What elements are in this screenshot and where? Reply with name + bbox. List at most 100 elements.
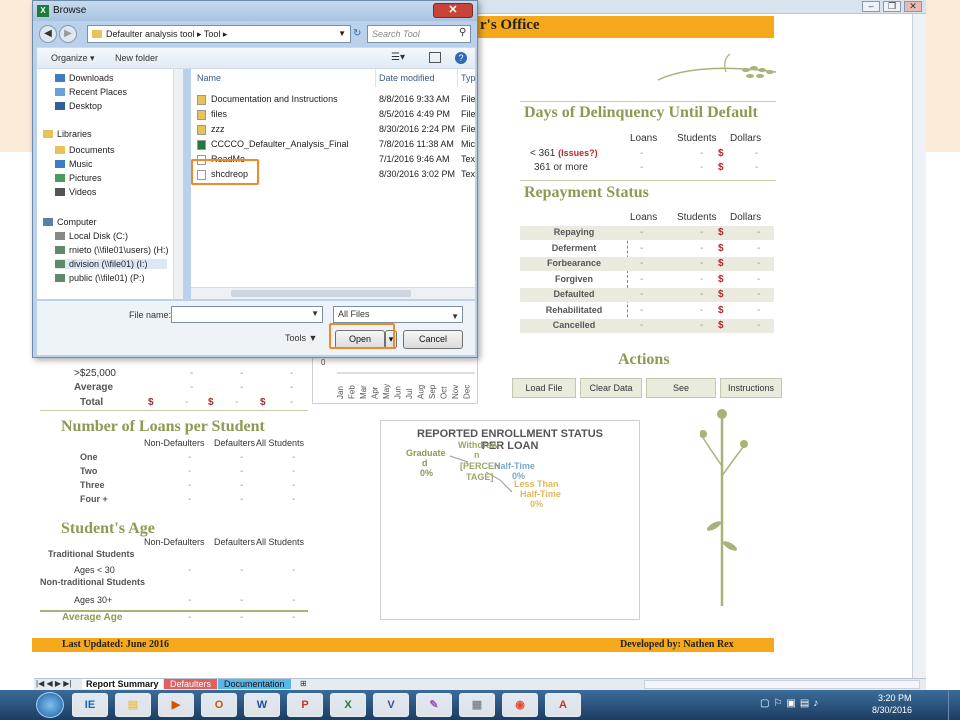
- show-desktop-button[interactable]: [948, 690, 960, 720]
- nav-item-libraries[interactable]: Libraries: [43, 129, 167, 139]
- clear-data-button[interactable]: Clear Data: [580, 378, 642, 398]
- dollar-sign: $: [718, 320, 724, 331]
- tab-defaulters[interactable]: Defaulters: [164, 679, 218, 689]
- tab-documentation[interactable]: Documentation: [218, 679, 291, 689]
- x-tick-label: Apr: [371, 386, 380, 399]
- address-bar[interactable]: Defaulter analysis tool ▸ Tool ▸ ▼: [87, 25, 351, 43]
- taskbar-app[interactable]: ✎: [416, 693, 452, 717]
- chevron-down-icon[interactable]: ▼: [311, 309, 319, 318]
- taskbar-app[interactable]: W: [244, 693, 280, 717]
- file-name-input[interactable]: ▼: [171, 306, 323, 323]
- nav-item-recent-places[interactable]: Recent Places: [55, 87, 167, 97]
- network-drive-icon: [55, 274, 65, 282]
- taskbar-app[interactable]: ▦: [459, 693, 495, 717]
- taskbar-app[interactable]: ▤: [115, 693, 151, 717]
- cell-value: -: [700, 162, 704, 173]
- nav-item-rnieto-file01-users-h-[interactable]: rnieto (\\file01\users) (H:): [55, 245, 169, 255]
- file-row-cccco-defaulter-analysis-final[interactable]: CCCCO_Defaulter_Analysis_Final 7/8/2016 1…: [191, 138, 475, 152]
- restore-icon[interactable]: ❐: [883, 1, 901, 12]
- cell-value: -: [240, 595, 244, 606]
- music-icon: [55, 160, 65, 168]
- nav-item-videos[interactable]: Videos: [55, 187, 167, 197]
- loans-row-label: One: [80, 452, 98, 462]
- cell-value: -: [188, 480, 192, 491]
- refresh-icon[interactable]: ↻: [353, 25, 365, 43]
- load-file-button[interactable]: Load File: [512, 378, 576, 398]
- nav-item-pictures[interactable]: Pictures: [55, 173, 167, 183]
- file-type-select[interactable]: All Files ▼: [333, 306, 463, 323]
- cell-value: -: [190, 368, 194, 379]
- taskbar-app[interactable]: V: [373, 693, 409, 717]
- instructions-button[interactable]: Instructions: [720, 378, 782, 398]
- chevron-down-icon[interactable]: ▼: [451, 309, 459, 324]
- tab-report-summary[interactable]: Report Summary: [82, 679, 163, 689]
- help-icon[interactable]: ?: [455, 52, 467, 64]
- cell-value: -: [185, 397, 189, 408]
- new-sheet-icon[interactable]: ⊞: [300, 679, 307, 688]
- search-icon[interactable]: ⚲: [459, 27, 466, 38]
- clock-time[interactable]: 3:20 PM: [878, 693, 912, 703]
- nav-item-desktop[interactable]: Desktop: [55, 101, 167, 111]
- chevron-down-icon[interactable]: ▼: [338, 26, 346, 42]
- col-dollars: Dollars: [730, 133, 762, 144]
- forward-icon[interactable]: ▶: [59, 25, 77, 43]
- nav-item-downloads[interactable]: Downloads: [55, 73, 167, 83]
- h-scrollbar[interactable]: [191, 287, 475, 299]
- delinquency-rule: [520, 101, 776, 102]
- windows-taskbar: ▢⚐▣▤♪ 3:20 PM 8/30/2016 IE ▤ ▶ O W P X V ✎ ▦ ◉ A: [0, 690, 960, 720]
- nav-item-local-disk-c-[interactable]: Local Disk (C:): [55, 231, 167, 241]
- col-type[interactable]: Typ: [461, 73, 476, 83]
- nav-item-documents[interactable]: Documents: [55, 145, 167, 155]
- age-row-nontraditional: Non-traditional Students: [40, 577, 145, 587]
- dollar-sign: $: [718, 273, 724, 285]
- file-row-zzz[interactable]: zzz 8/30/2016 2:24 PM File: [191, 123, 476, 137]
- cell-value: -: [640, 289, 644, 300]
- cell-value: -: [640, 273, 644, 285]
- search-input[interactable]: Search Tool: [367, 25, 471, 43]
- nav-item-music[interactable]: Music: [55, 159, 167, 169]
- back-icon[interactable]: ◀: [39, 25, 57, 43]
- tools-menu[interactable]: Tools ▼: [285, 333, 317, 343]
- taskbar-app[interactable]: X: [330, 693, 366, 717]
- tray-icons[interactable]: ▢⚐▣▤♪: [760, 698, 822, 709]
- view-icon[interactable]: ☰▾: [391, 52, 405, 63]
- cancel-button[interactable]: Cancel: [403, 330, 463, 349]
- delinquency-row-label: < 361 (Issues?): [530, 148, 598, 159]
- minimize-icon[interactable]: –: [862, 1, 880, 12]
- close-icon[interactable]: ✕: [904, 1, 922, 12]
- preview-pane-icon[interactable]: [429, 52, 441, 63]
- age-row-under-30: Ages < 30: [74, 565, 115, 575]
- enrollment-label: d: [422, 458, 428, 468]
- dialog-close-button[interactable]: ✕: [433, 3, 473, 18]
- enrollment-label: 0%: [530, 499, 544, 509]
- vertical-scrollbar[interactable]: [912, 14, 926, 678]
- income-row-label: Total: [80, 397, 104, 408]
- taskbar-app[interactable]: ◉: [502, 693, 538, 717]
- taskbar-app[interactable]: P: [287, 693, 323, 717]
- file-row-documentation-and-instructions[interactable]: Documentation and Instructions 8/8/2016 9…: [191, 93, 476, 107]
- cell-value: -: [240, 494, 244, 505]
- taskbar-app[interactable]: ▶: [158, 693, 194, 717]
- taskbar-app[interactable]: IE: [72, 693, 108, 717]
- nav-item-computer[interactable]: Computer: [43, 217, 167, 227]
- col-name[interactable]: Name: [197, 73, 221, 83]
- start-button[interactable]: [36, 692, 64, 718]
- nav-item-division-file01-i-[interactable]: division (\\file01) (I:): [55, 259, 167, 269]
- col-date[interactable]: Date modified: [379, 73, 435, 83]
- see-button[interactable]: See: [646, 378, 716, 398]
- tab-scroll-icon[interactable]: |◀ ◀ ▶ ▶|: [36, 679, 71, 688]
- nav-item-label: division (\\file01) (I:): [69, 259, 148, 269]
- taskbar-app[interactable]: A: [545, 693, 581, 717]
- clock-date[interactable]: 8/30/2016: [872, 705, 912, 715]
- income-table-rule: [40, 410, 308, 411]
- enrollment-label: Graduate: [406, 448, 446, 458]
- taskbar-app[interactable]: O: [201, 693, 237, 717]
- h-scroll-thumb[interactable]: [231, 290, 411, 297]
- new-folder-button[interactable]: New folder: [115, 53, 158, 63]
- organize-button[interactable]: Organize ▾: [51, 53, 95, 64]
- nav-scrollbar[interactable]: [173, 69, 183, 299]
- sheet-h-scrollbar[interactable]: [644, 680, 920, 689]
- cell-value: -: [700, 227, 704, 238]
- file-row-files[interactable]: files 8/5/2016 4:49 PM File: [191, 108, 476, 122]
- nav-item-public-file01-p-[interactable]: public (\\file01) (P:): [55, 273, 167, 283]
